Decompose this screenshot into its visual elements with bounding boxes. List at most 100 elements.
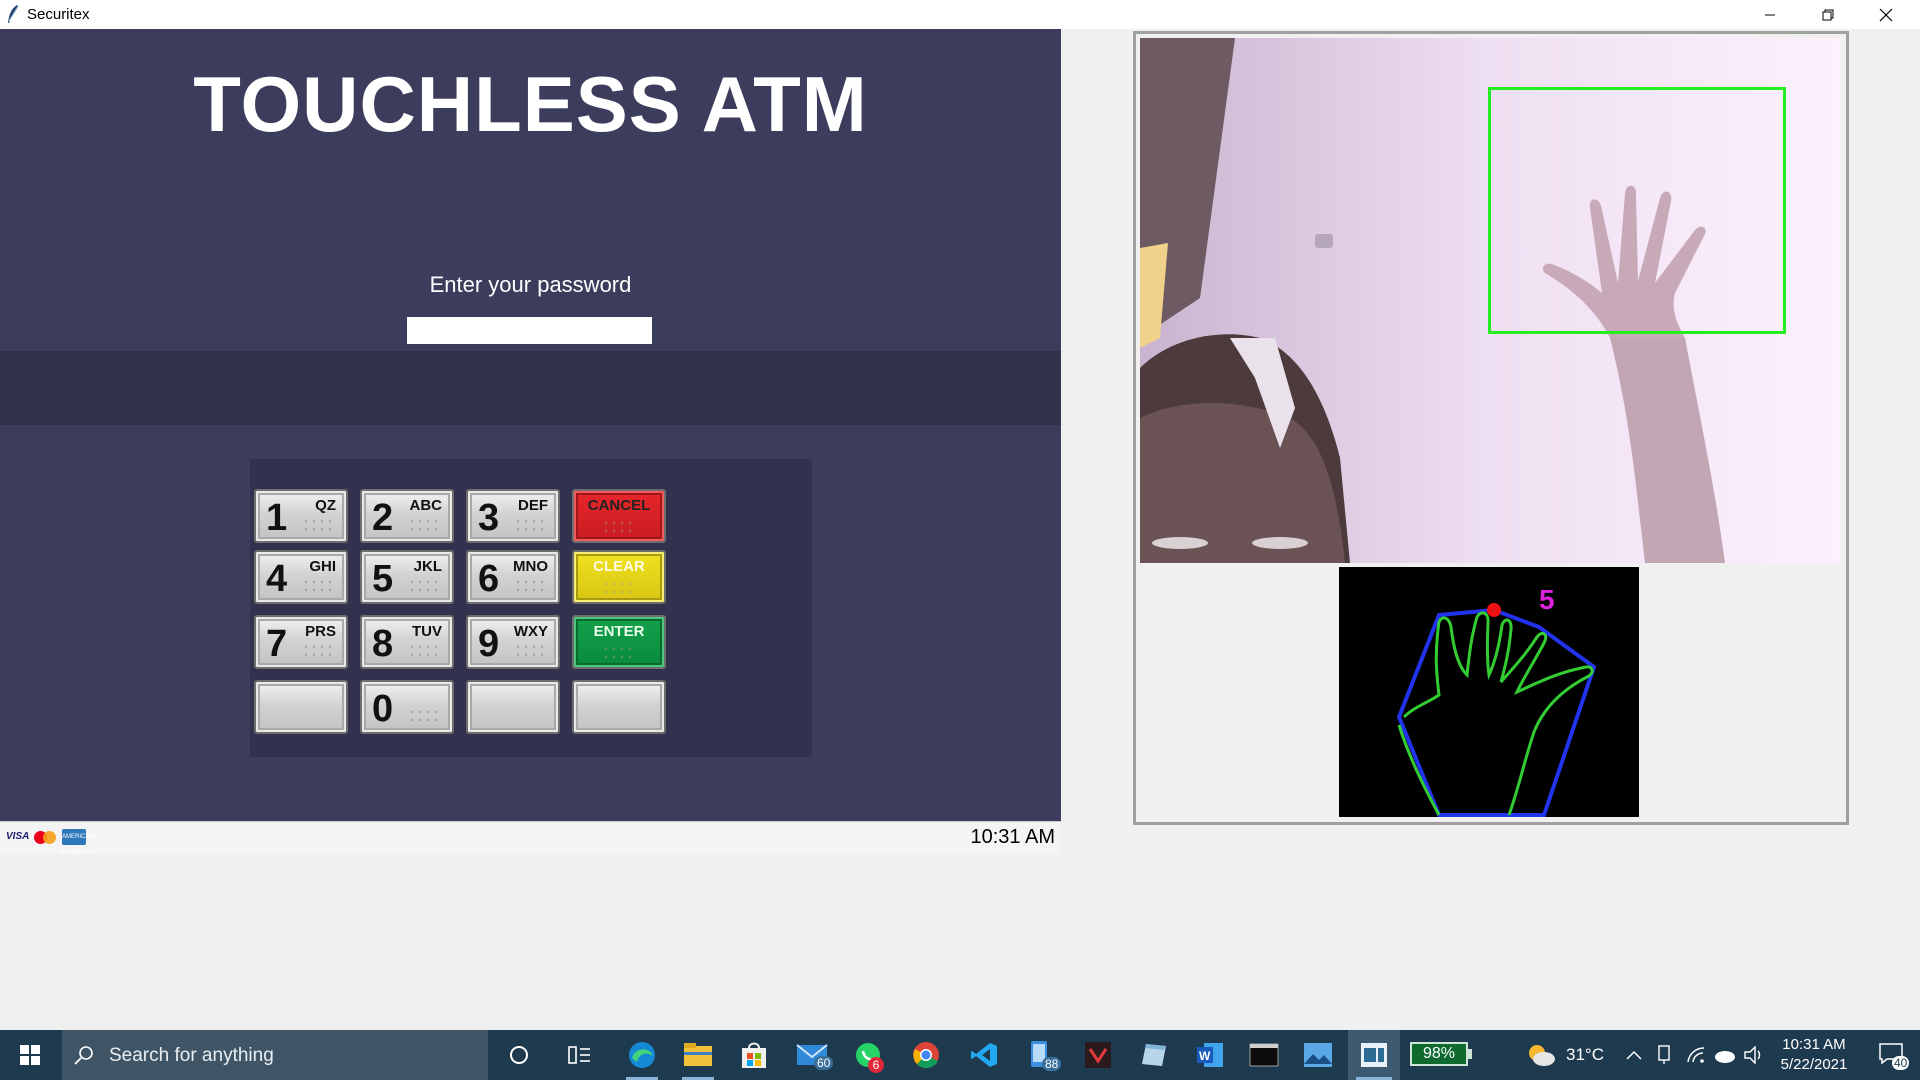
chrome-icon — [913, 1042, 939, 1069]
minimize-icon — [1765, 14, 1775, 15]
atm-status-bar: VISA AMERICAN EXPRESS 10:31 AM — [0, 821, 1061, 856]
key-number: 5 — [372, 558, 394, 600]
atm-panel: TOUCHLESS ATM Enter your password 1 QZ 2… — [0, 29, 1061, 856]
blank-key-left[interactable] — [254, 680, 348, 734]
key-letters: PRS — [305, 623, 336, 640]
taskbar-edge[interactable] — [618, 1030, 666, 1080]
edge-icon — [629, 1042, 655, 1068]
hand-detection-box — [1488, 87, 1786, 334]
clear-label: CLEAR — [593, 558, 645, 575]
key-2[interactable]: 2 ABC — [360, 489, 454, 543]
minimize-button[interactable] — [1741, 0, 1799, 29]
key-number: 8 — [372, 623, 394, 665]
taskbar-mail[interactable]: 60 — [788, 1030, 836, 1080]
braille-dots — [408, 643, 440, 659]
search-placeholder: Search for anything — [109, 1045, 274, 1066]
taskbar-photos[interactable] — [1294, 1030, 1342, 1080]
close-button[interactable] — [1857, 0, 1915, 29]
vscode-icon — [971, 1043, 997, 1067]
webcam-feed — [1140, 38, 1841, 563]
windows-icon — [20, 1045, 40, 1065]
blank-key-middle[interactable] — [466, 680, 560, 734]
taskbar-clock[interactable]: 10:31 AM 5/22/2021 — [1772, 1035, 1856, 1075]
cancel-label: CANCEL — [587, 497, 651, 514]
notification-center[interactable]: 40 — [1862, 1030, 1920, 1080]
hand-contour: 5 — [1396, 584, 1597, 817]
braille-dots — [408, 578, 440, 594]
key-number: 9 — [478, 623, 500, 665]
key-1[interactable]: 1 QZ — [254, 489, 348, 543]
key-4[interactable]: 4 GHI — [254, 550, 348, 604]
key-letters: DEF — [518, 497, 548, 514]
onedrive-icon[interactable] — [1713, 1046, 1737, 1064]
svg-text:W: W — [1199, 1049, 1211, 1063]
wifi-icon[interactable] — [1686, 1046, 1706, 1064]
key-0[interactable]: 0 — [360, 680, 454, 734]
taskbar-search[interactable]: Search for anything — [62, 1030, 488, 1080]
start-button[interactable] — [0, 1030, 60, 1080]
enter-label: ENTER — [593, 623, 645, 640]
taskbar-vscode[interactable] — [960, 1030, 1008, 1080]
enter-button[interactable]: ENTER — [572, 615, 666, 669]
taskbar-whatsapp[interactable]: 6 — [844, 1030, 892, 1080]
media-app-icon — [1085, 1042, 1111, 1068]
braille-dots — [408, 708, 440, 724]
clear-button[interactable]: CLEAR — [572, 550, 666, 604]
taskbar-app-notes[interactable] — [1130, 1030, 1178, 1080]
taskbar-python-app[interactable] — [1348, 1030, 1400, 1080]
terminal-icon — [1249, 1043, 1279, 1067]
restore-button[interactable] — [1799, 0, 1857, 29]
key-3[interactable]: 3 DEF — [466, 489, 560, 543]
weather-icon[interactable] — [1526, 1042, 1556, 1068]
taskbar-app-red[interactable] — [1074, 1030, 1122, 1080]
atm-message-band — [0, 351, 1061, 425]
taskbar-store[interactable] — [730, 1030, 778, 1080]
atm-title: TOUCHLESS ATM — [193, 60, 868, 148]
hand-mask-view: 5 — [1339, 567, 1639, 817]
volume-icon[interactable] — [1744, 1046, 1766, 1064]
cancel-button[interactable]: CANCEL — [572, 489, 666, 543]
key-5[interactable]: 5 JKL — [360, 550, 454, 604]
taskbar-word[interactable]: W — [1186, 1030, 1234, 1080]
usb-device-icon[interactable] — [1656, 1045, 1672, 1065]
key-number: 7 — [266, 623, 288, 665]
password-field[interactable] — [407, 317, 652, 344]
fingertip-marker — [1487, 603, 1501, 617]
task-view-icon[interactable] — [568, 1044, 592, 1066]
key-8[interactable]: 8 TUV — [360, 615, 454, 669]
folder-icon — [684, 1043, 712, 1066]
key-number: 3 — [478, 497, 500, 539]
taskbar-terminal[interactable] — [1240, 1030, 1288, 1080]
key-number: 2 — [372, 497, 394, 539]
braille-dots — [514, 643, 546, 659]
title-bar: Securitex — [0, 0, 1920, 29]
clock-time: 10:31 AM — [1782, 1036, 1846, 1053]
cortana-icon[interactable] — [508, 1044, 530, 1066]
word-icon: W — [1197, 1043, 1223, 1067]
key-letters: WXY — [513, 623, 548, 640]
key-7[interactable]: 7 PRS — [254, 615, 348, 669]
key-letters: MNO — [513, 558, 548, 575]
key-letters: JKL — [413, 558, 442, 575]
braille-dots — [302, 578, 334, 594]
clock-date: 5/22/2021 — [1780, 1056, 1848, 1073]
chevron-up-icon[interactable] — [1626, 1049, 1642, 1061]
key-9[interactable]: 9 WXY — [466, 615, 560, 669]
key-number: 6 — [478, 558, 500, 600]
search-icon — [74, 1046, 93, 1065]
taskbar-chrome[interactable] — [902, 1030, 950, 1080]
weather-temperature[interactable]: 31°C — [1566, 1045, 1604, 1065]
visa-logo: VISA — [6, 831, 30, 842]
close-icon — [1879, 8, 1893, 21]
keypad: 1 QZ 2 ABC 3 DEF CANCEL 4 GHI 5 JKL 6 MN… — [250, 459, 812, 757]
mastercard-logo — [33, 829, 59, 845]
taskbar-battery-widget[interactable]: 98% — [1410, 1042, 1476, 1068]
photos-icon — [1304, 1043, 1332, 1067]
key-6[interactable]: 6 MNO — [466, 550, 560, 604]
taskbar-file-explorer[interactable] — [674, 1030, 722, 1080]
notes-app-icon — [1142, 1044, 1166, 1066]
taskbar-app-88[interactable]: 88 — [1018, 1030, 1066, 1080]
braille-dots — [514, 578, 546, 594]
blank-key-right[interactable] — [572, 680, 666, 734]
braille-dots — [408, 517, 440, 533]
